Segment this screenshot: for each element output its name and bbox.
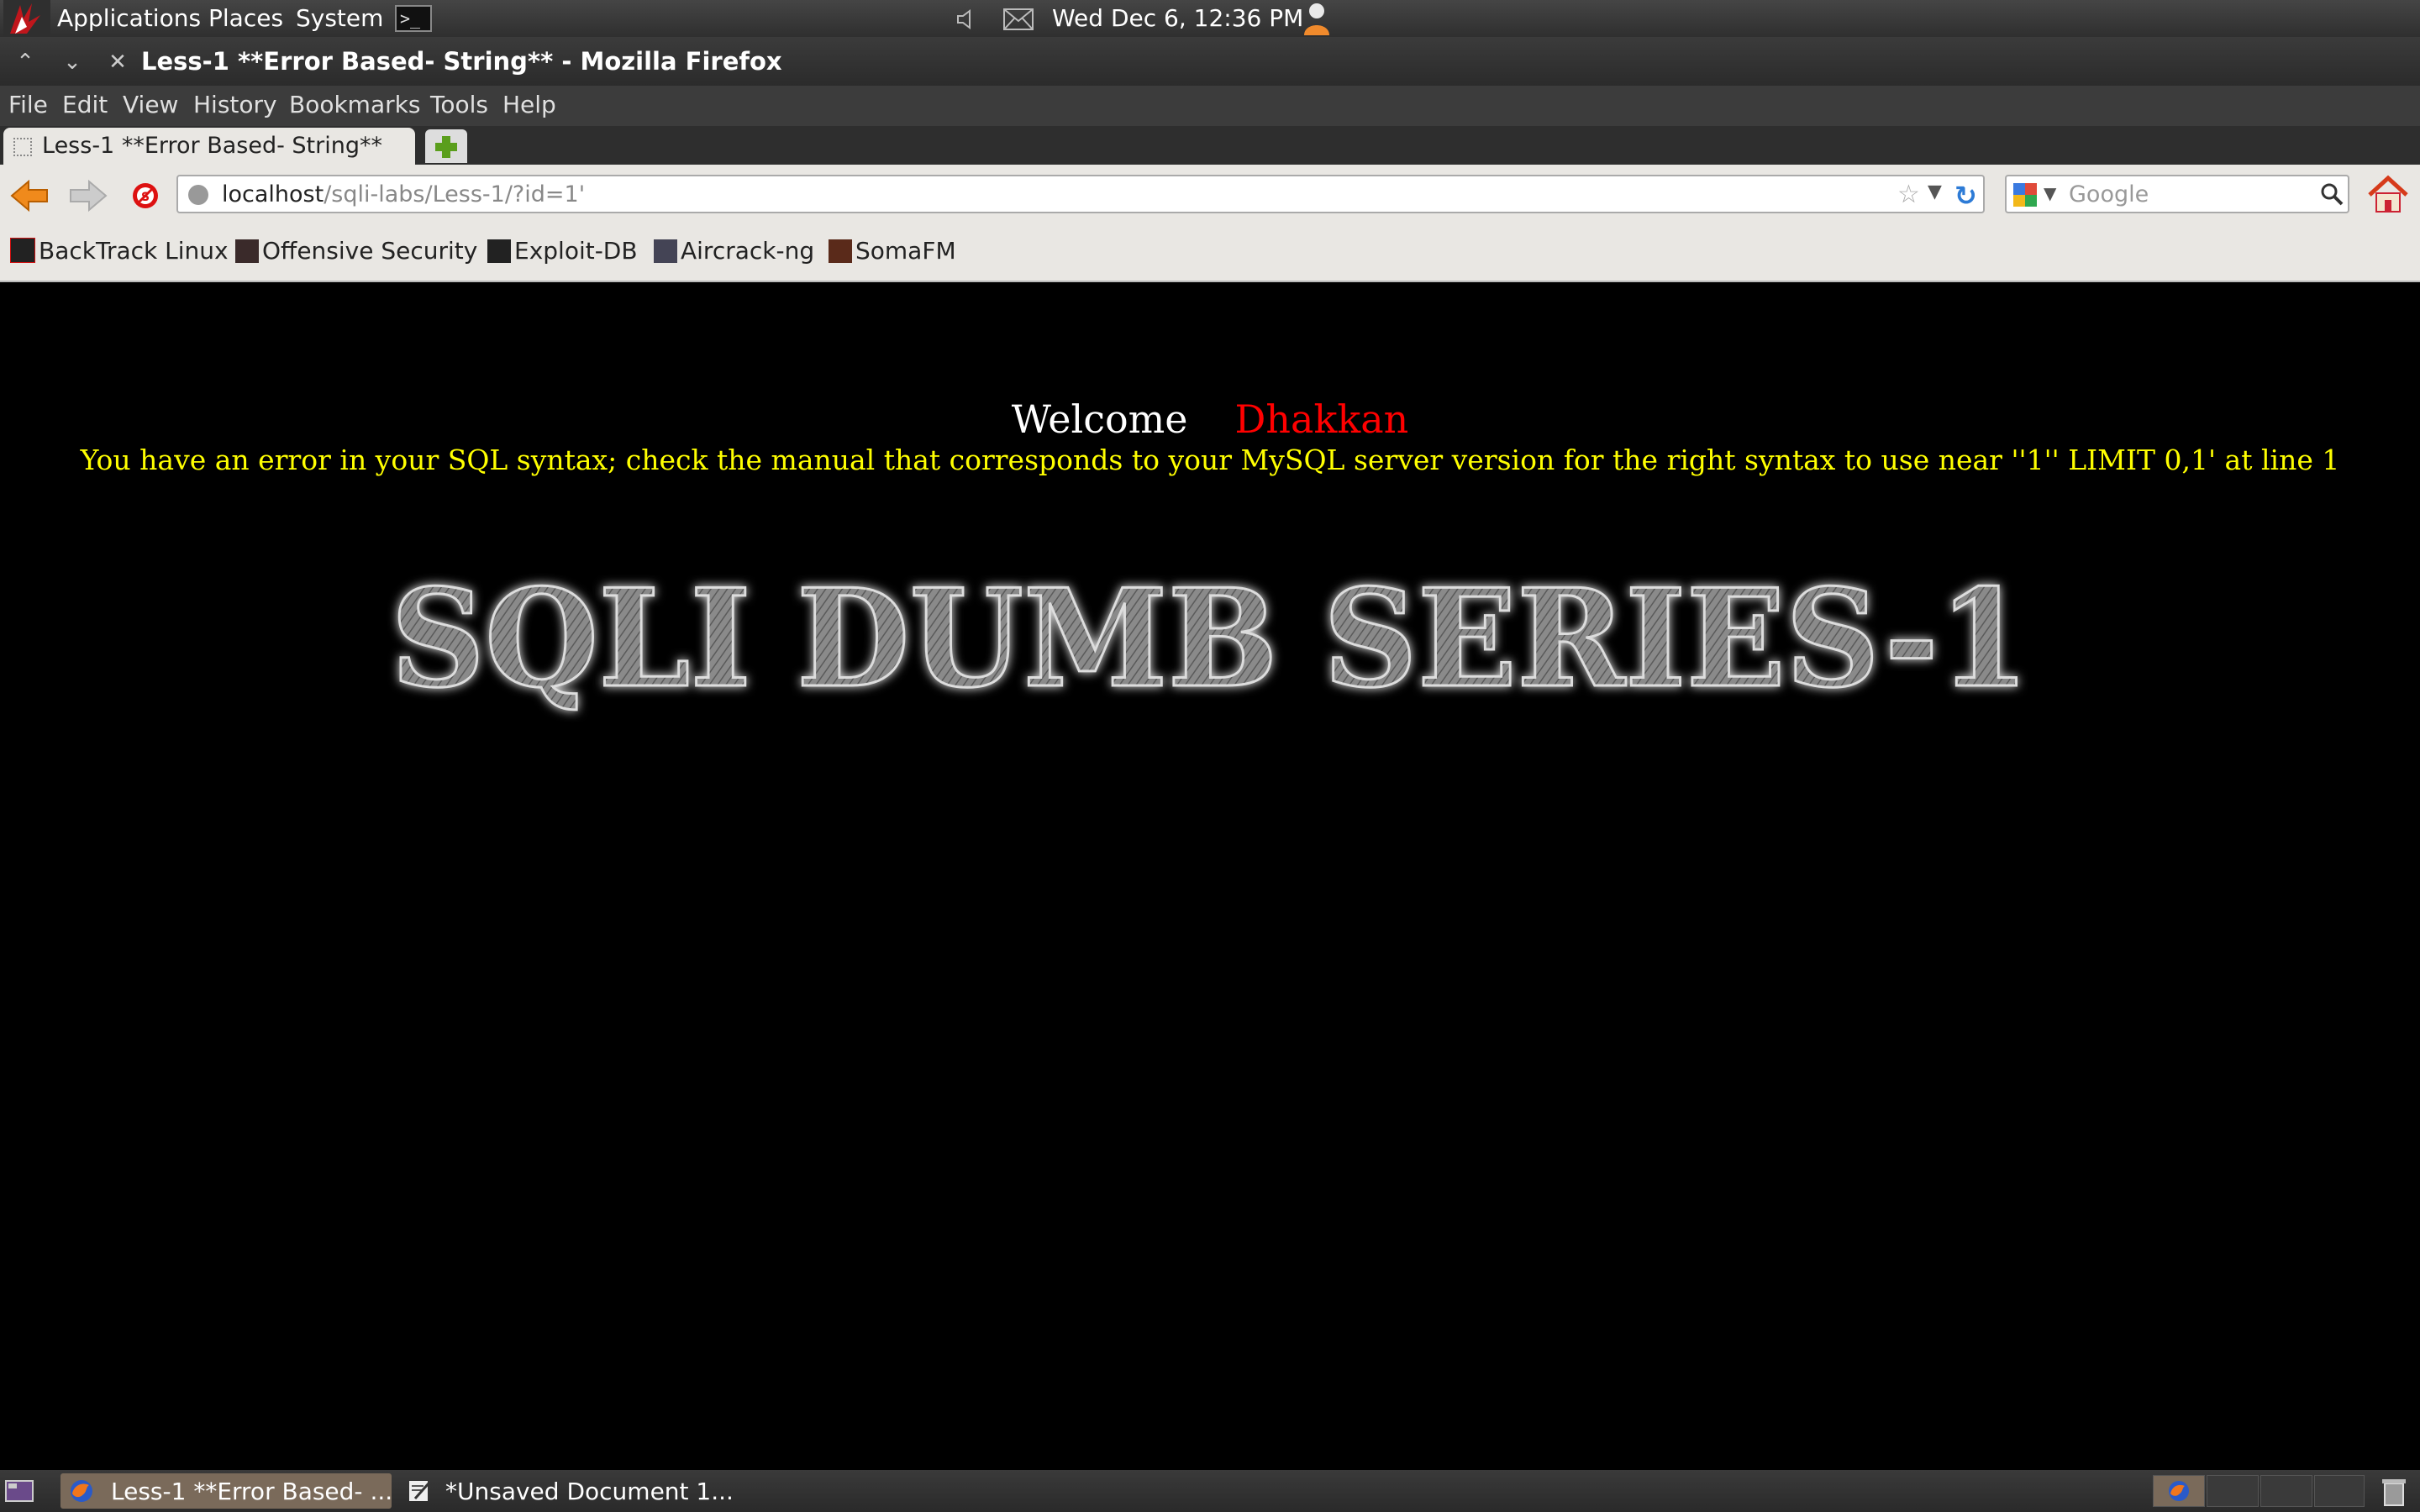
new-tab-button[interactable] <box>425 129 467 163</box>
show-desktop-icon[interactable] <box>5 1480 34 1502</box>
home-icon[interactable] <box>2366 173 2410 217</box>
welcome-line: Welcome Dhakkan <box>0 396 2420 442</box>
taskbar-item-editor[interactable]: *Unsaved Document 1... <box>398 1473 734 1509</box>
menu-view[interactable]: View <box>123 91 178 118</box>
reload-icon[interactable]: ↻ <box>1954 180 1977 212</box>
aircrack-favicon-icon <box>654 239 677 263</box>
page-favicon-icon <box>13 138 32 156</box>
bottom-taskbar: Less-1 **Error Based- ... *Unsaved Docum… <box>0 1470 2420 1512</box>
back-arrow-icon[interactable] <box>8 175 50 217</box>
exploitdb-favicon-icon <box>487 239 511 263</box>
google-engine-icon[interactable] <box>2013 183 2037 207</box>
trash-icon[interactable] <box>2380 1477 2408 1507</box>
engine-dropdown-icon[interactable]: ▼ <box>2044 183 2056 203</box>
firefox-menu-bar: File Edit View History Bookmarks Tools H… <box>0 86 2420 126</box>
window-maximize-icon[interactable]: ⌃ <box>10 47 40 77</box>
bookmark-label: Aircrack-ng <box>681 237 815 265</box>
url-bar[interactable]: localhost/sqli-labs/Less-1/?id=1' ☆ ▼ ↻ <box>176 175 1985 213</box>
terminal-launcher-icon[interactable]: >_ <box>395 5 432 32</box>
bookmark-label: BackTrack Linux <box>39 237 229 265</box>
workspace-firefox-icon <box>2169 1481 2189 1501</box>
task-label: Less-1 **Error Based- ... <box>111 1478 393 1505</box>
search-placeholder: Google <box>2069 181 2149 207</box>
bookmark-somafm[interactable]: SomaFM <box>829 237 956 265</box>
bookmark-offensive-security[interactable]: Offensive Security <box>235 237 477 265</box>
welcome-name: Dhakkan <box>1234 396 1409 442</box>
page-content: Welcome Dhakkan You have an error in your… <box>0 282 2420 1470</box>
banner-text: SQLI DUMB SERIES-1 <box>391 559 2029 717</box>
url-path: /sqli-labs/Less-1/?id=1' <box>324 181 586 207</box>
bookmark-label: Exploit-DB <box>514 237 638 265</box>
menu-tools[interactable]: Tools <box>430 91 488 118</box>
menu-file[interactable]: File <box>8 91 48 118</box>
tab-active[interactable]: Less-1 **Error Based- String** <box>3 128 415 165</box>
sqli-dumb-series-banner: SQLI DUMB SERIES-1 <box>390 559 2031 719</box>
top-panel: Applications Places System >_ Wed Dec 6,… <box>0 0 2420 37</box>
workspace-2[interactable] <box>2207 1475 2259 1507</box>
workspace-3[interactable] <box>2260 1475 2312 1507</box>
window-title: Less-1 **Error Based- String** - Mozilla… <box>141 47 782 76</box>
workspace-1[interactable] <box>2153 1475 2205 1507</box>
bookmarks-toolbar: BackTrack Linux Offensive Security Explo… <box>0 227 2420 282</box>
panel-clock[interactable]: Wed Dec 6, 12:36 PM <box>1052 4 1303 32</box>
url-text: localhost/sqli-labs/Less-1/?id=1' <box>222 181 585 207</box>
panel-menu-applications[interactable]: Applications <box>57 4 201 32</box>
menu-history[interactable]: History <box>193 91 277 118</box>
window-minimize-icon[interactable]: ⌄ <box>57 47 87 77</box>
window-title-bar: ⌃ ⌄ ✕ Less-1 **Error Based- String** - M… <box>0 37 2420 86</box>
url-history-dropdown-icon[interactable]: ▼ <box>1928 181 1942 202</box>
site-identity-icon[interactable] <box>188 185 208 205</box>
menu-edit[interactable]: Edit <box>62 91 108 118</box>
mail-icon[interactable] <box>1003 8 1034 30</box>
navigation-toolbar: S localhost/sqli-labs/Less-1/?id=1' ☆ ▼ … <box>0 165 2420 227</box>
panel-menu-system[interactable]: System <box>296 4 383 32</box>
backtrack-favicon-icon <box>10 238 35 263</box>
bookmark-star-icon[interactable]: ☆ <box>1897 180 1920 209</box>
task-label: *Unsaved Document 1... <box>445 1478 734 1505</box>
menu-bookmarks[interactable]: Bookmarks <box>289 91 420 118</box>
stop-noscript-icon[interactable]: S <box>124 175 166 217</box>
search-bar[interactable]: ▼ Google <box>2005 175 2349 213</box>
search-icon[interactable] <box>2319 181 2344 207</box>
text-editor-icon <box>409 1481 430 1501</box>
bookmark-aircrack[interactable]: Aircrack-ng <box>654 237 814 265</box>
window-close-icon[interactable]: ✕ <box>103 47 133 77</box>
sql-error-message: You have an error in your SQL syntax; ch… <box>80 444 2340 476</box>
panel-menu-places[interactable]: Places <box>208 4 283 32</box>
backtrack-dragon-icon[interactable] <box>3 0 50 37</box>
firefox-icon <box>71 1480 92 1502</box>
screen: Applications Places System >_ Wed Dec 6,… <box>0 0 2420 1512</box>
taskbar-item-firefox[interactable]: Less-1 **Error Based- ... <box>60 1473 392 1509</box>
menu-help[interactable]: Help <box>502 91 556 118</box>
offsec-favicon-icon <box>235 239 259 263</box>
workspace-4[interactable] <box>2314 1475 2365 1507</box>
tab-label: Less-1 **Error Based- String** <box>42 133 382 159</box>
volume-icon[interactable] <box>953 7 978 32</box>
forward-arrow-icon[interactable] <box>67 175 109 217</box>
bookmark-label: SomaFM <box>855 237 956 265</box>
user-icon[interactable] <box>1297 0 1336 37</box>
bookmark-backtrack[interactable]: BackTrack Linux <box>10 237 229 265</box>
somafm-favicon-icon <box>829 239 852 263</box>
plus-icon <box>435 136 457 158</box>
welcome-text: Welcome <box>1011 396 1188 442</box>
tab-strip: Less-1 **Error Based- String** <box>0 126 2420 165</box>
url-host: localhost <box>222 181 324 207</box>
bookmark-label: Offensive Security <box>262 237 478 265</box>
bookmark-exploit-db[interactable]: Exploit-DB <box>487 237 638 265</box>
